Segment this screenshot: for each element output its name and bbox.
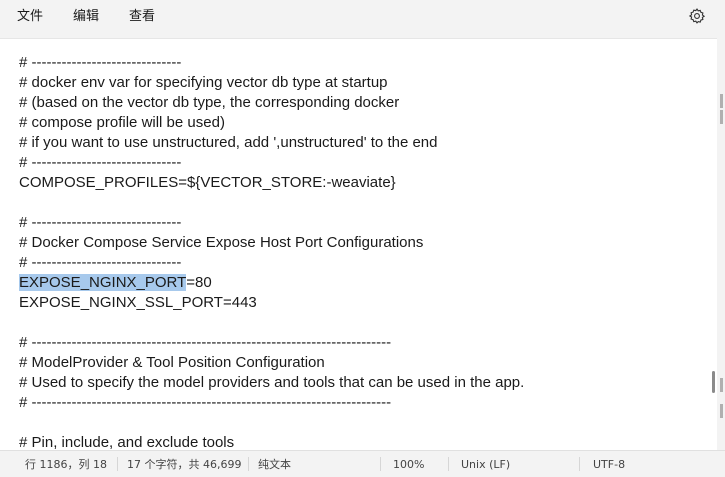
editor-line: # ------------------------------ — [19, 214, 182, 231]
editor-line: # if you want to use unstructured, add '… — [19, 134, 438, 151]
editor-line: # Docker Compose Service Expose Host Por… — [19, 234, 424, 251]
encoding[interactable]: UTF-8 — [593, 458, 625, 471]
text-format[interactable]: 纯文本 — [258, 458, 291, 471]
gear-icon[interactable] — [688, 7, 706, 25]
editor-line-cursor: EXPOSE_NGINX_PORT=80 — [19, 273, 212, 293]
editor-line: EXPOSE_NGINX_SSL_PORT=443 — [19, 294, 257, 311]
editor-line: # ------------------------------ — [19, 54, 182, 71]
editor-line: # (based on the vector db type, the corr… — [19, 94, 400, 111]
editor-line: # compose profile will be used) — [19, 114, 225, 131]
status-divider — [448, 457, 449, 471]
edge-marker — [720, 94, 723, 108]
editor-line: # ------------------------------ — [19, 254, 182, 271]
menu-bar: 文件 编辑 查看 — [0, 0, 725, 34]
edge-marker — [720, 110, 723, 124]
cursor-position[interactable]: 行 1186，列 18 — [25, 458, 107, 471]
zoom-level[interactable]: 100% — [393, 458, 424, 471]
text-editor[interactable]: # ------------------------------ # docke… — [0, 38, 717, 451]
status-divider — [248, 457, 249, 471]
editor-line: # Used to specify the model providers an… — [19, 374, 525, 391]
text-selection: EXPOSE_NGINX_PORT — [19, 274, 187, 291]
status-divider — [117, 457, 118, 471]
scrollbar-thumb[interactable] — [712, 371, 715, 393]
edge-marker — [720, 404, 723, 418]
status-divider — [380, 457, 381, 471]
menu-file[interactable]: 文件 — [17, 9, 43, 25]
menu-edit[interactable]: 编辑 — [73, 9, 99, 25]
editor-line: # docker env var for specifying vector d… — [19, 74, 388, 91]
line-ending[interactable]: Unix (LF) — [461, 458, 510, 471]
editor-line: # --------------------------------------… — [19, 334, 392, 351]
status-divider — [579, 457, 580, 471]
editor-line-rest: =80 — [186, 274, 212, 291]
status-bar: 行 1186，列 18 17 个字符，共 46,699 纯文本 100% Uni… — [0, 450, 725, 477]
menu-view[interactable]: 查看 — [129, 9, 155, 25]
editor-line: # ------------------------------ — [19, 154, 182, 171]
editor-line: # ModelProvider & Tool Position Configur… — [19, 354, 325, 371]
selection-count: 17 个字符，共 46,699 — [127, 458, 242, 471]
editor-line: COMPOSE_PROFILES=${VECTOR_STORE:-weaviat… — [19, 174, 396, 191]
edge-marker — [720, 378, 723, 392]
editor-line: # --------------------------------------… — [19, 394, 392, 411]
editor-line: # Pin, include, and exclude tools — [19, 434, 235, 451]
